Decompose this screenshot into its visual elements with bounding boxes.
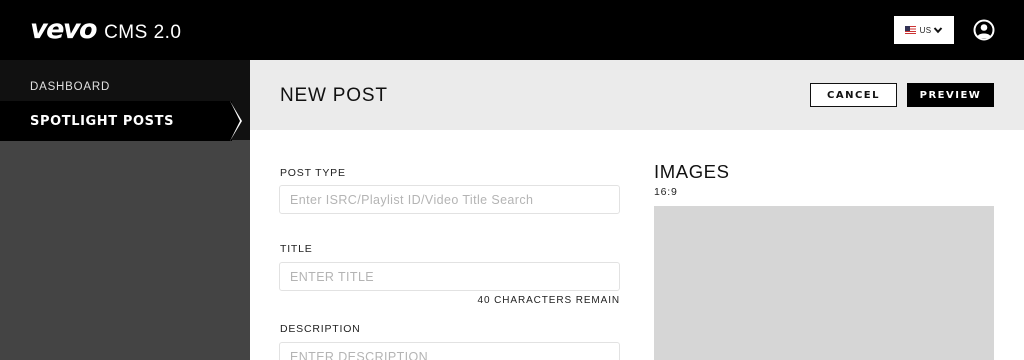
- sidebar-item-spotlight-posts[interactable]: SPOTLIGHT POSTS: [0, 101, 232, 141]
- page-header: NEW POST CANCEL PREVIEW: [250, 60, 1024, 130]
- top-bar: vevo CMS 2.0 US: [0, 0, 1024, 60]
- description-label: DESCRIPTION: [280, 323, 361, 335]
- title-input[interactable]: [279, 262, 620, 291]
- locale-selector[interactable]: US: [894, 16, 954, 44]
- sidebar-item-label: SPOTLIGHT POSTS: [30, 113, 175, 129]
- locale-label: US: [919, 25, 932, 35]
- preview-button[interactable]: PREVIEW: [907, 83, 994, 107]
- image-ratio-label: 16:9: [654, 186, 678, 198]
- vevo-logo: vevo: [30, 14, 98, 45]
- app-logo[interactable]: vevo CMS 2.0: [30, 14, 181, 45]
- title-label: TITLE: [280, 243, 313, 255]
- user-circle-icon[interactable]: [973, 19, 995, 41]
- sidebar: DASHBOARD SPOTLIGHT POSTS: [0, 60, 250, 360]
- post-type-label: POST TYPE: [280, 167, 346, 179]
- page-title: NEW POST: [280, 85, 388, 106]
- image-upload-placeholder[interactable]: [654, 206, 994, 360]
- sidebar-item-dashboard[interactable]: DASHBOARD: [30, 81, 110, 93]
- post-type-input[interactable]: [279, 185, 620, 214]
- us-flag-icon: [904, 26, 916, 34]
- title-character-counter: 40 CHARACTERS REMAIN: [477, 295, 620, 306]
- active-indicator-arrow-fill: [230, 101, 240, 141]
- cancel-button[interactable]: CANCEL: [810, 83, 897, 107]
- description-input[interactable]: [279, 342, 620, 360]
- images-heading: IMAGES: [654, 161, 730, 182]
- app-name: CMS 2.0: [104, 22, 182, 43]
- chevron-down-icon: [934, 27, 943, 34]
